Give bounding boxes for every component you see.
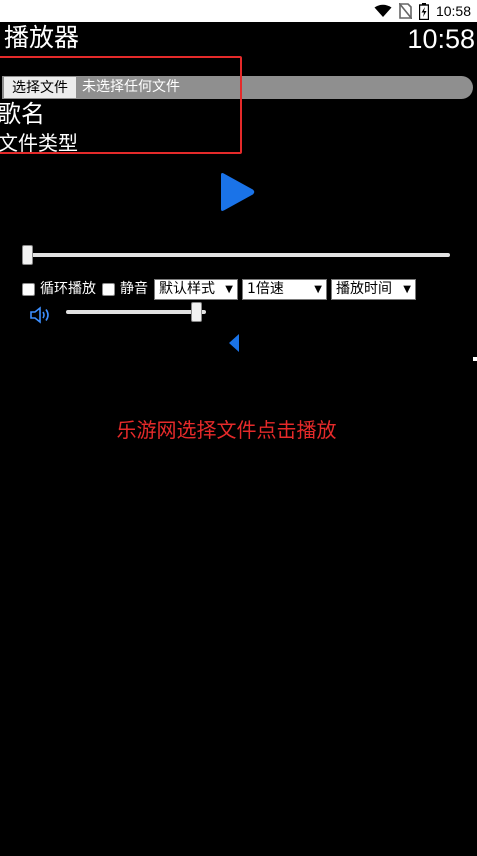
style-select-value: 默认样式 [159,280,215,297]
no-sim-icon [398,3,412,19]
play-button[interactable] [218,172,256,212]
triangle-left-icon [229,334,239,352]
wifi-icon [374,4,392,18]
time-select-value: 播放时间 [336,280,392,297]
chevron-down-icon: ▼ [314,283,322,295]
volume-thumb[interactable] [191,302,202,322]
time-select[interactable]: 播放时间 ▼ [331,278,416,300]
controls-row: 循环播放 静音 默认样式 ▼ 1倍速 ▼ 播放时间 ▼ [22,278,420,300]
clock-display: 10:58 [407,24,475,54]
play-icon [221,173,255,211]
progress-thumb[interactable] [22,245,33,265]
page-title: 播放器 [4,23,80,52]
hint-text: 乐游网选择文件点击播放 [116,418,337,442]
volume-icon[interactable] [29,305,53,325]
mute-label: 静音 [120,281,148,297]
highlight-box [0,56,242,154]
progress-slider[interactable] [22,245,450,265]
volume-track [66,310,206,314]
chevron-down-icon: ▼ [403,283,411,295]
battery-charging-icon [418,2,429,20]
edge-marker [473,357,477,361]
status-bar: 10:58 [0,0,477,22]
chevron-down-icon: ▼ [225,283,233,295]
status-icons: 10:58 [374,1,471,21]
previous-button[interactable] [227,333,241,353]
loop-checkbox[interactable] [22,282,35,296]
loop-label: 循环播放 [40,281,96,297]
app-root: 10:58 播放器 10:58 选择文件 未选择任何文件 歌名 文件类型 循环播… [0,0,477,856]
status-time: 10:58 [435,3,471,19]
mute-checkbox[interactable] [102,282,115,296]
speed-select[interactable]: 1倍速 ▼ [242,278,327,300]
progress-track [22,253,450,257]
volume-slider[interactable] [66,302,206,322]
style-select[interactable]: 默认样式 ▼ [154,278,238,300]
speed-select-value: 1倍速 [247,280,284,297]
